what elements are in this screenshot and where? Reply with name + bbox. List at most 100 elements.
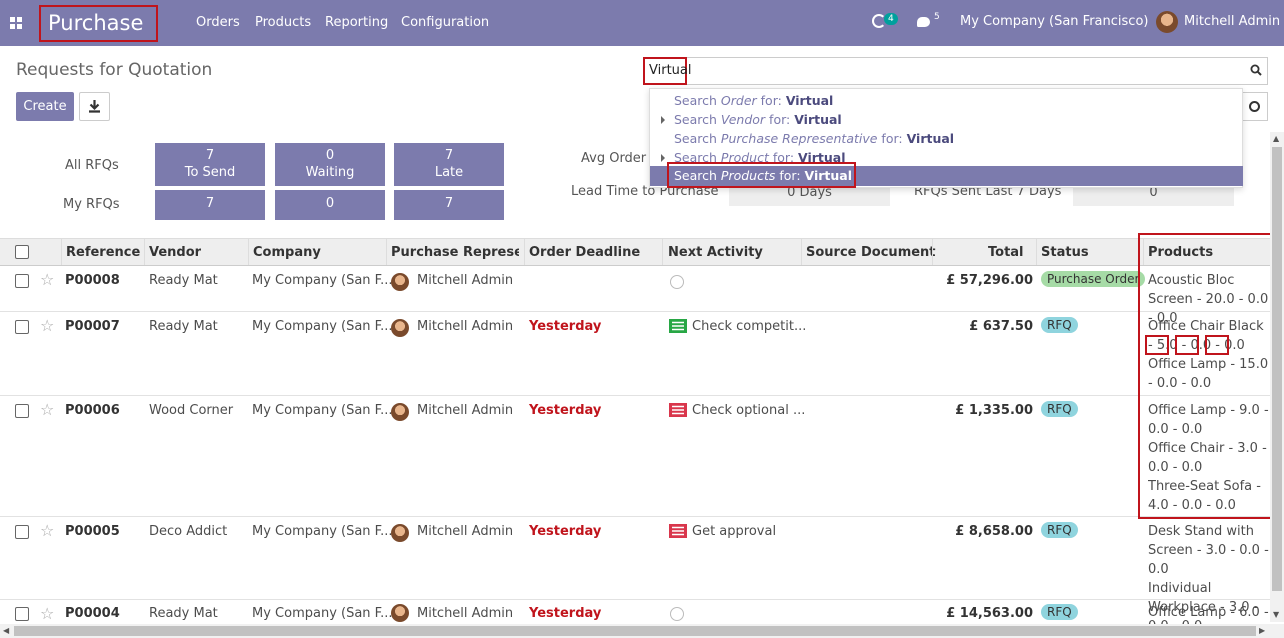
cell-next-activity[interactable]: Check optional ...	[692, 403, 805, 418]
tile-my-to-send[interactable]: 7	[155, 190, 265, 220]
cell-order-deadline: Yesterday	[529, 319, 602, 334]
activity-list-icon[interactable]	[669, 319, 687, 333]
my-rfqs-label: My RFQs	[63, 197, 120, 212]
user-avatar[interactable]	[1156, 11, 1178, 33]
cell-company: My Company (San F...	[252, 606, 393, 621]
col-total[interactable]: Total	[988, 245, 1024, 260]
company-switcher[interactable]: My Company (San Francisco)	[960, 14, 1148, 29]
table-row[interactable]: ☆ P00005 Deco Addict My Company (San F..…	[0, 517, 1270, 634]
activity-list-icon[interactable]	[669, 524, 687, 538]
scroll-up-icon[interactable]: ▲	[1273, 134, 1279, 143]
suggestion-order[interactable]: Search Order for: Virtual	[674, 93, 833, 108]
row-checkbox[interactable]	[15, 607, 29, 621]
products-column-highlight	[1138, 233, 1281, 519]
user-menu[interactable]: Mitchell Admin	[1184, 14, 1280, 29]
cell-purchase-rep: Mitchell Admin	[417, 606, 514, 621]
menu-products[interactable]: Products	[255, 15, 311, 30]
tile-waiting[interactable]: 0 Waiting	[275, 143, 385, 186]
tile-count: 0	[325, 148, 335, 163]
suggestion-purchase-representative[interactable]: Search Purchase Representative for: Virt…	[674, 131, 954, 146]
status-badge: RFQ	[1041, 522, 1078, 538]
cell-next-activity[interactable]: Get approval	[692, 524, 776, 539]
activity-clock-icon[interactable]	[670, 607, 684, 621]
tile-my-late[interactable]: 7	[394, 190, 504, 220]
expand-caret-icon[interactable]	[661, 116, 665, 124]
cell-company: My Company (San F...	[252, 403, 393, 418]
activity-view-button[interactable]	[1241, 92, 1268, 121]
select-all-checkbox[interactable]	[15, 245, 29, 259]
cell-purchase-rep: Mitchell Admin	[417, 273, 514, 288]
scroll-right-icon[interactable]: ▶	[1259, 626, 1265, 635]
star-icon[interactable]: ☆	[40, 270, 54, 289]
table-row[interactable]: ☆ P00004 Ready Mat My Company (San F... …	[0, 600, 1270, 624]
all-rfqs-label: All RFQs	[65, 158, 119, 173]
top-navbar: Purchase Orders Products Reporting Confi…	[0, 0, 1284, 46]
row-checkbox[interactable]	[15, 525, 29, 539]
row-checkbox[interactable]	[15, 404, 29, 418]
activity-clock-icon[interactable]	[670, 275, 684, 289]
menu-orders[interactable]: Orders	[196, 15, 240, 30]
suggestion-vendor[interactable]: Search Vendor for: Virtual	[674, 112, 842, 127]
star-icon[interactable]: ☆	[40, 400, 54, 419]
row-checkbox[interactable]	[15, 320, 29, 334]
status-badge: RFQ	[1041, 317, 1078, 333]
star-icon[interactable]: ☆	[40, 604, 54, 623]
avg-order-label: Avg Order V	[581, 151, 660, 166]
tile-count: 7	[444, 148, 454, 163]
app-brand-title[interactable]: Purchase	[39, 5, 158, 42]
search-icon[interactable]	[1250, 64, 1262, 76]
col-reference[interactable]: Reference	[66, 245, 140, 260]
vertical-scrollbar-thumb[interactable]	[1272, 147, 1282, 591]
cell-company: My Company (San F...	[252, 524, 393, 539]
tile-my-waiting[interactable]: 0	[275, 190, 385, 220]
cell-order-deadline: Yesterday	[529, 524, 602, 539]
search-bar[interactable]	[643, 57, 1268, 85]
activity-list-icon[interactable]	[669, 403, 687, 417]
table-row[interactable]: ☆ P00008 Ready Mat My Company (San F... …	[0, 266, 1270, 326]
cell-vendor: Ready Mat	[149, 273, 218, 288]
cell-next-activity[interactable]: Check competit...	[692, 319, 806, 334]
tile-late[interactable]: 7 Late	[394, 143, 504, 186]
col-order-deadline[interactable]: Order Deadline	[529, 245, 640, 260]
tile-to-send[interactable]: 7 To Send	[155, 143, 265, 186]
search-input[interactable]: Virtual	[643, 57, 691, 85]
col-company[interactable]: Company	[253, 245, 321, 260]
table-row[interactable]: ☆ P00006 Wood Corner My Company (San F..…	[0, 396, 1270, 517]
menu-configuration[interactable]: Configuration	[401, 15, 489, 30]
horizontal-scrollbar-thumb[interactable]	[14, 626, 1256, 636]
clock-icon	[1249, 101, 1260, 112]
discount-highlight	[1205, 335, 1229, 355]
status-badge: Purchase Order	[1041, 271, 1146, 287]
tile-label: Waiting	[305, 165, 355, 180]
table-row[interactable]: ☆ P00007 Ready Mat My Company (San F... …	[0, 312, 1270, 396]
message-count: 5	[934, 12, 940, 22]
col-source-document[interactable]: Source Document	[806, 245, 936, 260]
avatar	[391, 403, 409, 421]
menu-reporting[interactable]: Reporting	[325, 15, 388, 30]
download-button[interactable]	[79, 92, 110, 121]
cell-vendor: Ready Mat	[149, 319, 218, 334]
create-button[interactable]: Create	[16, 92, 74, 121]
cell-products: Office Lamp - 6.0 - 0.0 - 0.0	[1148, 605, 1269, 620]
cell-order-deadline: Yesterday	[529, 403, 602, 418]
expand-caret-icon[interactable]	[661, 154, 665, 162]
apps-menu-icon[interactable]	[10, 17, 22, 29]
cell-total: £ 637.50	[969, 319, 1033, 334]
col-vendor[interactable]: Vendor	[149, 245, 201, 260]
scroll-down-icon[interactable]: ▼	[1273, 610, 1279, 619]
star-icon[interactable]: ☆	[40, 521, 54, 540]
col-status[interactable]: Status	[1041, 245, 1089, 260]
messages-icon[interactable]	[917, 17, 930, 27]
col-next-activity[interactable]: Next Activity	[668, 245, 763, 260]
tile-label: To Send	[184, 165, 236, 180]
scroll-left-icon[interactable]: ◀	[3, 626, 9, 635]
cell-total: £ 57,296.00	[946, 273, 1033, 288]
star-icon[interactable]: ☆	[40, 316, 54, 335]
row-checkbox[interactable]	[15, 274, 29, 288]
col-purchase-rep[interactable]: Purchase Represe...	[391, 245, 519, 260]
cell-vendor: Ready Mat	[149, 606, 218, 621]
status-badge: RFQ	[1041, 401, 1078, 417]
avatar	[391, 273, 409, 291]
cell-purchase-rep: Mitchell Admin	[417, 403, 514, 418]
cell-reference: P00008	[65, 273, 120, 288]
